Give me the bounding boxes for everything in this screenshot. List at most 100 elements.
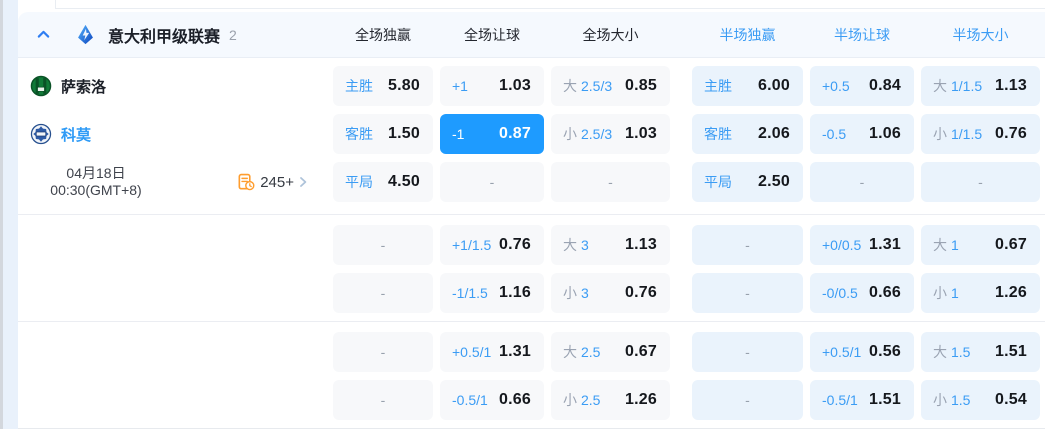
row-left-cell: 萨索洛 (18, 66, 333, 106)
ou-line-value: 1/1.5 (951, 126, 983, 142)
odds-label: -0.5/1 (822, 392, 858, 408)
home-team-name[interactable]: 萨索洛 (61, 76, 106, 97)
match-count: 2 (229, 26, 237, 43)
odds-value: 0.56 (869, 343, 901, 360)
odds-group: 萨索洛 主胜 5.80 +1 1.03 大 2.5/3 0.85 主胜 6.00 +0.5 0.84… (18, 58, 1045, 214)
odds-label: 主胜 (704, 78, 732, 94)
odds-cell[interactable]: +0.5/1 0.56 (810, 332, 914, 372)
odds-label: +0.5/1 (452, 344, 492, 360)
odds-value: 5.80 (388, 77, 420, 94)
odds-value: 0.67 (625, 343, 657, 360)
odds-cell: - (692, 332, 803, 372)
odds-label: -1/1.5 (452, 285, 488, 301)
odds-cell[interactable]: -0.5 1.06 (810, 114, 914, 154)
odds-cell[interactable]: +0.5/1 1.31 (440, 332, 544, 372)
odds-cell[interactable]: +0/0.5 1.31 (810, 225, 914, 265)
match-date: 04月18日 (66, 165, 126, 181)
league-card: 意大利甲级联赛 2 全场独赢 全场让球 全场大小 半场独赢 半场让球 半场大小 … (18, 12, 1045, 429)
ou-side-label: 小 (933, 392, 947, 408)
ou-side-label: 小 (563, 126, 577, 142)
odds-cell[interactable]: -0.5/1 0.66 (440, 380, 544, 420)
col-head-half-handicap[interactable]: 半场让球 (810, 12, 914, 57)
league-logo-icon (75, 24, 96, 45)
more-markets-link[interactable]: 245+ (237, 173, 309, 191)
odds-cell[interactable]: 主胜 6.00 (692, 66, 803, 106)
odds-cell[interactable]: +1 1.03 (440, 66, 544, 106)
odds-row: 萨索洛 主胜 5.80 +1 1.03 大 2.5/3 0.85 主胜 6.00 +0.5 0.84… (18, 66, 1045, 106)
chevron-up-icon[interactable] (36, 27, 51, 42)
odds-cell[interactable]: 大 3 1.13 (551, 225, 670, 265)
odds-label: 客胜 (345, 126, 373, 142)
previous-card-edge (55, 8, 1045, 9)
odds-value: 0.54 (995, 391, 1027, 408)
empty-odds-dash: - (745, 237, 750, 253)
odds-label: 客胜 (704, 126, 732, 142)
odds-cell[interactable]: 大 2.5 0.67 (551, 332, 670, 372)
odds-cell[interactable]: 平局 4.50 (333, 162, 433, 202)
odds-cell[interactable]: 小 1/1.5 0.76 (921, 114, 1040, 154)
ou-side-label: 大 (563, 237, 577, 253)
odds-cell[interactable]: +0.5 0.84 (810, 66, 914, 106)
col-head-half-win[interactable]: 半场独赢 (692, 12, 803, 57)
ou-side-label: 大 (933, 237, 947, 253)
home-team: 萨索洛 (18, 75, 106, 97)
odds-label: 大 1.5 (933, 342, 970, 362)
odds-label: 小 1/1.5 (933, 124, 982, 144)
odds-value: 2.06 (758, 125, 790, 142)
odds-cell[interactable]: 大 1 0.67 (921, 225, 1040, 265)
odds-cell[interactable]: 大 1.5 1.51 (921, 332, 1040, 372)
chevron-right-icon (297, 176, 309, 188)
row-left-cell: 04月18日 00:30(GMT+8) 245+ (18, 162, 333, 202)
odds-label: -1 (452, 126, 465, 142)
ou-line-value: 1 (951, 237, 959, 253)
ou-line-value: 2.5/3 (581, 78, 613, 94)
odds-value: 1.51 (995, 343, 1027, 360)
empty-odds-dash: - (380, 344, 386, 360)
odds-cell[interactable]: 小 3 0.76 (551, 273, 670, 313)
ou-side-label: 大 (563, 344, 577, 360)
league-header-left: 意大利甲级联赛 2 (18, 23, 333, 47)
odds-row: - -1/1.5 1.16 小 3 0.76- -0/0.5 0.66 小 1 1.26 (18, 273, 1045, 313)
row-left-cell (18, 273, 333, 313)
odds-cell[interactable]: -0/0.5 0.66 (810, 273, 914, 313)
empty-odds-dash: - (745, 344, 750, 360)
odds-cell[interactable]: -1 0.87 (440, 114, 544, 154)
empty-odds-dash: - (859, 174, 865, 190)
odds-cell[interactable]: -1/1.5 1.16 (440, 273, 544, 313)
odds-cell[interactable]: 主胜 5.80 (333, 66, 433, 106)
odds-cell[interactable]: 小 2.5 1.26 (551, 380, 670, 420)
odds-cell[interactable]: +1/1.5 0.76 (440, 225, 544, 265)
odds-cell: - (810, 162, 914, 202)
col-head-half-overunder[interactable]: 半场大小 (921, 12, 1040, 57)
odds-label: 小 2.5/3 (563, 124, 612, 144)
odds-cell: - (333, 332, 433, 372)
odds-cell[interactable]: -0.5/1 1.51 (810, 380, 914, 420)
odds-row: 04月18日 00:30(GMT+8) 245+ 平局 4.50 - - 平局 2.50 -… (18, 162, 1045, 202)
odds-value: 6.00 (758, 77, 790, 94)
odds-value: 1.26 (625, 391, 657, 408)
odds-label: 小1 (933, 283, 959, 303)
odds-cell[interactable]: 小 2.5/3 1.03 (551, 114, 670, 154)
empty-odds-dash: - (978, 174, 983, 190)
odds-cell[interactable]: 小 1 1.26 (921, 273, 1040, 313)
away-team-name[interactable]: 科莫 (61, 124, 91, 145)
odds-cell[interactable]: 平局 2.50 (692, 162, 803, 202)
odds-label: 大 1/1.5 (933, 76, 982, 96)
scrollbar[interactable] (0, 0, 3, 429)
odds-label: 小 1.5 (933, 390, 970, 410)
empty-odds-dash: - (380, 237, 386, 253)
col-head-full-handicap: 全场让球 (464, 26, 520, 43)
odds-cell: - (551, 162, 670, 202)
odds-value: 0.76 (995, 125, 1027, 142)
ou-side-label: 小 (933, 126, 947, 142)
odds-cell[interactable]: 客胜 1.50 (333, 114, 433, 154)
odds-row: - +0.5/1 1.31 大 2.5 0.67- +0.5/1 0.56 大 1.5 1.51 (18, 332, 1045, 372)
empty-odds-dash: - (608, 174, 613, 190)
odds-cell[interactable]: 客胜 2.06 (692, 114, 803, 154)
odds-row: - -0.5/1 0.66 小 2.5 1.26- -0.5/1 1.51 小 1.5 0.54 (18, 380, 1045, 420)
odds-cell: - (333, 225, 433, 265)
odds-cell[interactable]: 小 1.5 0.54 (921, 380, 1040, 420)
odds-label: 大 2.5/3 (563, 76, 612, 96)
odds-cell[interactable]: 大 2.5/3 0.85 (551, 66, 670, 106)
odds-cell[interactable]: 大 1/1.5 1.13 (921, 66, 1040, 106)
